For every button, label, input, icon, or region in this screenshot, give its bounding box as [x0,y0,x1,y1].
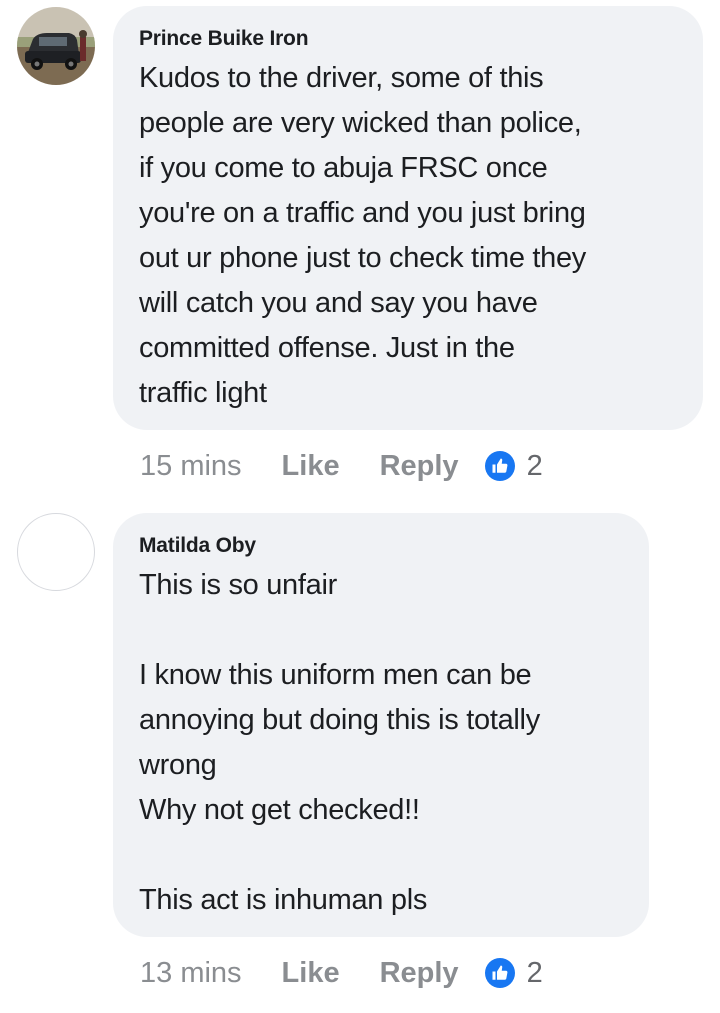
reaction-summary[interactable]: 2 [484,956,543,990]
avatar[interactable] [17,513,95,591]
comment-text: This is so unfair I know this uniform me… [139,569,540,916]
comment: Matilda Oby This is so unfair I know thi… [0,0,720,1013]
comment-meta: 13 mins Like Reply 2 [140,953,543,993]
thumbs-up-icon [484,958,515,988]
comment-bubble: Matilda Oby This is so unfair I know thi… [113,513,649,937]
reply-button[interactable]: Reply [380,957,459,990]
like-button[interactable]: Like [282,957,340,990]
comment-time[interactable]: 13 mins [140,957,242,990]
reaction-count: 2 [526,956,543,989]
comment-author[interactable]: Matilda Oby [139,533,621,559]
